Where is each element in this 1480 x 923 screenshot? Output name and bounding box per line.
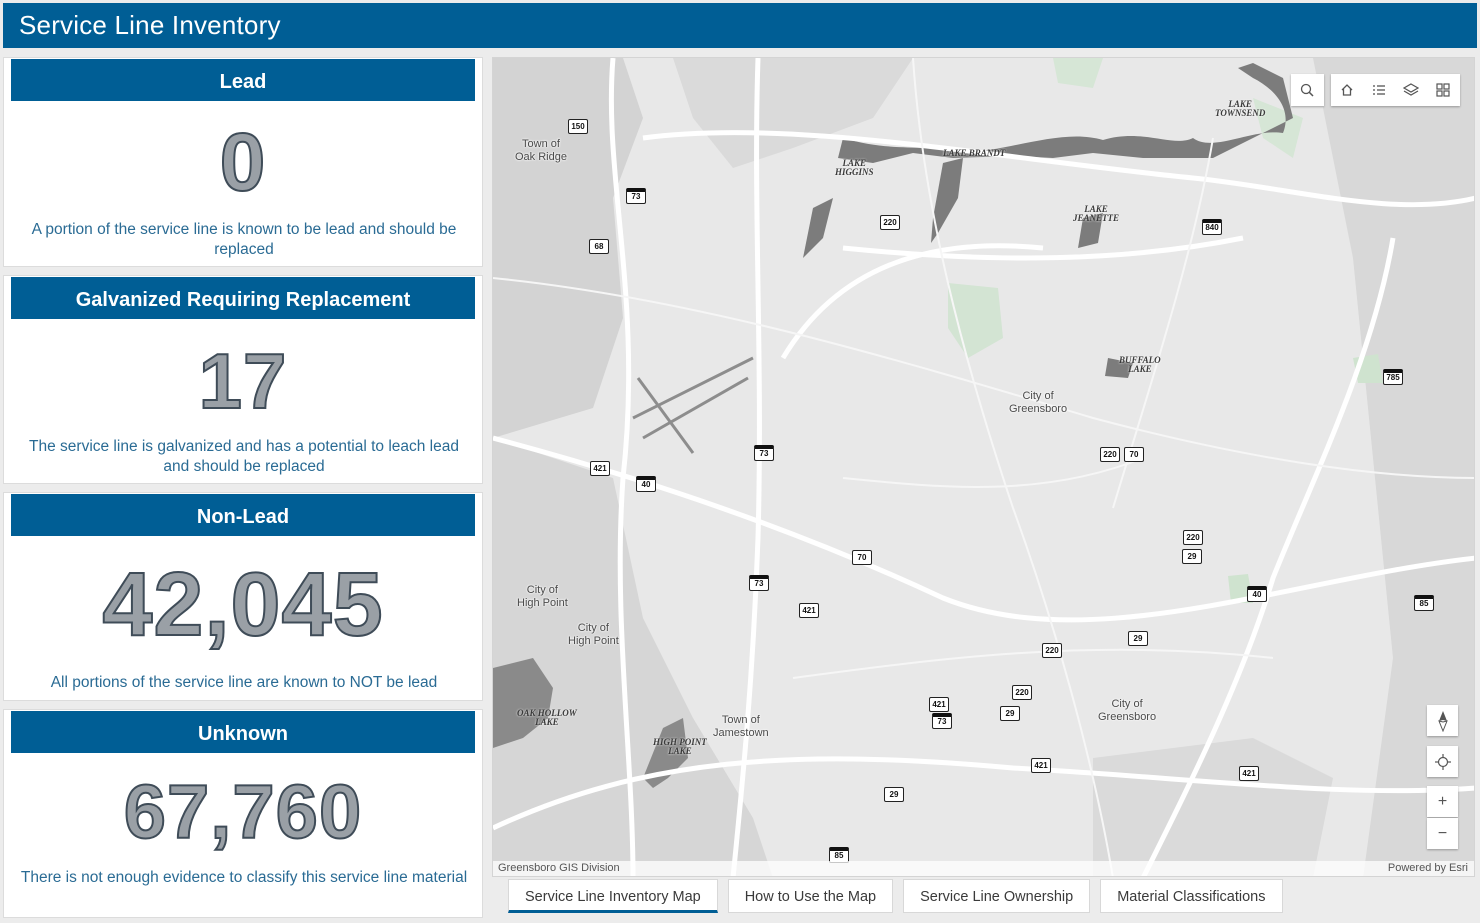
route-shield: 85	[1414, 595, 1434, 611]
zoom-out-button[interactable]: −	[1427, 818, 1458, 849]
card-value: 67,760	[123, 769, 363, 856]
route-shield: 220	[1012, 685, 1032, 700]
route-shield: 220	[880, 215, 900, 230]
card-value: 17	[198, 336, 288, 426]
card-value: 0	[219, 117, 267, 209]
lake-label: OAK HOLLOW LAKE	[517, 708, 577, 727]
route-shield: 29	[1000, 706, 1020, 721]
route-shield: 421	[590, 461, 610, 476]
route-shield: 785	[1383, 369, 1403, 385]
locate-icon[interactable]	[1427, 746, 1458, 777]
card-description: A portion of the service line is known t…	[31, 221, 457, 258]
card-value: 42,045	[101, 554, 384, 656]
attribution-powered-by[interactable]: Powered by Esri	[1388, 861, 1468, 876]
route-shield: 40	[636, 476, 656, 492]
place-label: Town of Oak Ridge	[515, 138, 567, 163]
route-shield: 29	[1128, 631, 1148, 646]
route-shield: 73	[749, 575, 769, 591]
layers-icon[interactable]	[1395, 74, 1427, 106]
route-shield: 220	[1100, 447, 1120, 462]
route-shield: 68	[589, 239, 609, 254]
non-lead-card: Non-Lead 42,045 All portions of the serv…	[3, 492, 483, 701]
map-attribution: Greensboro GIS Division Powered by Esri	[493, 861, 1474, 876]
card-title: Lead	[11, 59, 475, 101]
map-view[interactable]: Town of Oak Ridge City of Greensboro Cit…	[492, 57, 1475, 877]
route-shield: 220	[1183, 530, 1203, 545]
card-title: Unknown	[11, 711, 475, 753]
card-title: Non-Lead	[11, 494, 475, 536]
route-shield: 73	[932, 713, 952, 729]
app-title: Service Line Inventory	[19, 10, 281, 40]
route-shield: 70	[852, 550, 872, 565]
tab-service-line-ownership[interactable]: Service Line Ownership	[903, 879, 1091, 913]
route-shield: 840	[1202, 219, 1222, 235]
compass-icon[interactable]	[1427, 705, 1458, 736]
route-shield: 73	[754, 445, 774, 461]
card-description: The service line is galvanized and has a…	[29, 438, 459, 475]
app-header: Service Line Inventory	[3, 3, 1477, 48]
tab-material-classifications[interactable]: Material Classifications	[1100, 879, 1283, 913]
attribution-source: Greensboro GIS Division	[498, 862, 620, 874]
lead-card: Lead 0 A portion of the service line is …	[3, 57, 483, 267]
map-toolbar	[1331, 74, 1460, 106]
route-shield: 29	[884, 787, 904, 802]
unknown-card: Unknown 67,760 There is not enough evide…	[3, 709, 483, 918]
route-shield: 421	[929, 697, 949, 712]
route-shield: 421	[1031, 758, 1051, 773]
lake-label: LAKE HIGGINS	[835, 158, 874, 177]
basemap-gallery-icon[interactable]	[1427, 74, 1459, 106]
route-shield: 73	[626, 188, 646, 204]
tab-service-line-inventory-map[interactable]: Service Line Inventory Map	[508, 879, 718, 913]
place-label: City of Greensboro	[1009, 390, 1068, 415]
place-label: City of High Point	[568, 622, 619, 647]
galvanized-card: Galvanized Requiring Replacement 17 The …	[3, 275, 483, 484]
route-shield: 40	[1247, 586, 1267, 602]
card-description: There is not enough evidence to classify…	[20, 869, 468, 886]
lake-label: BUFFALO LAKE	[1119, 355, 1161, 374]
zoom-in-button[interactable]: +	[1427, 786, 1458, 817]
route-shield: 220	[1042, 643, 1062, 658]
map-tabs: Service Line Inventory Map How to Use th…	[508, 879, 1293, 915]
lake-label: HIGH POINT LAKE	[653, 737, 707, 756]
route-shield: 29	[1182, 549, 1202, 564]
tab-how-to-use-the-map[interactable]: How to Use the Map	[727, 879, 894, 913]
legend-icon[interactable]	[1363, 74, 1395, 106]
place-label: Town of Jamestown	[713, 714, 769, 739]
lake-label: LAKE BRANDT	[943, 148, 1006, 158]
basemap	[493, 58, 1474, 876]
lake-label: LAKE TOWNSEND	[1215, 99, 1266, 118]
place-label: City of Greensboro	[1098, 698, 1157, 723]
route-shield: 70	[1124, 447, 1144, 462]
route-shield: 421	[1239, 766, 1259, 781]
route-shield: 150	[568, 119, 588, 134]
lake-label: LAKE JEANETTE	[1073, 204, 1120, 223]
card-title: Galvanized Requiring Replacement	[11, 277, 475, 319]
search-icon[interactable]	[1291, 74, 1323, 106]
card-description: All portions of the service line are kno…	[50, 674, 438, 691]
search-widget[interactable]	[1291, 74, 1324, 106]
place-label: City of High Point	[517, 584, 568, 609]
route-shield: 421	[799, 603, 819, 618]
home-icon[interactable]	[1331, 74, 1363, 106]
